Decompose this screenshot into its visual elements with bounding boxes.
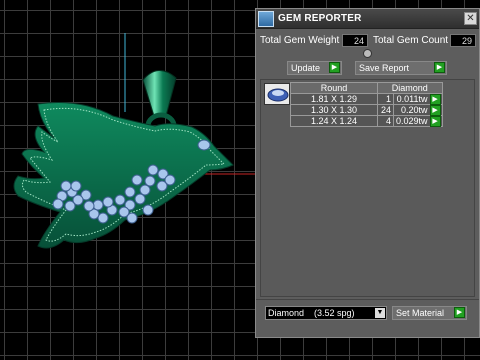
row-weight: 0.20tw ▶ xyxy=(393,104,443,116)
material-dropdown[interactable]: Diamond (3.52 spg) ▼ xyxy=(265,306,387,320)
set-material-button[interactable]: Set Material ▶ xyxy=(392,306,467,320)
round-gem-thumbnail-icon xyxy=(264,83,290,105)
row-size: 1.30 X 1.30 xyxy=(290,104,378,116)
panel-titlebar[interactable]: GEM REPORTER ✕ xyxy=(256,9,479,29)
eye-gem xyxy=(197,139,211,151)
update-button[interactable]: Update ▶ xyxy=(287,61,342,75)
row-weight: 0.029tw ▶ xyxy=(393,115,443,127)
gem-report-table: Round Diamond 1.81 X 1.29 1 0.011tw ▶ 1.… xyxy=(290,82,443,127)
save-report-go-icon: ▶ xyxy=(434,62,445,73)
save-report-button-label: Save Report xyxy=(359,63,410,73)
row-count: 4 xyxy=(377,115,394,127)
update-go-icon: ▶ xyxy=(329,62,340,73)
save-report-button[interactable]: Save Report ▶ xyxy=(355,61,447,75)
row-size: 1.81 X 1.29 xyxy=(290,93,378,105)
table-row[interactable]: 1.24 X 1.24 4 0.029tw ▶ xyxy=(290,115,443,127)
row-weight: 0.011tw ▶ xyxy=(393,93,443,105)
row-select-go-icon[interactable]: ▶ xyxy=(429,94,441,105)
dove-pendant-model xyxy=(13,102,234,249)
header-material: Diamond xyxy=(377,82,443,94)
total-gem-count-value: 29 xyxy=(450,34,476,47)
set-material-go-icon: ▶ xyxy=(454,307,465,318)
panel-divider xyxy=(256,299,479,300)
total-gem-count-label: Total Gem Count xyxy=(373,35,449,46)
row-weight-text: 0.20tw xyxy=(401,105,428,115)
row-weight-text: 0.029tw xyxy=(396,116,428,126)
table-row[interactable]: 1.30 X 1.30 24 0.20tw ▶ xyxy=(290,104,443,116)
row-weight-text: 0.011tw xyxy=(396,94,428,104)
total-gem-weight-label: Total Gem Weight xyxy=(260,35,340,46)
panel-title: GEM REPORTER xyxy=(278,13,362,24)
gem-report-area: Round Diamond 1.81 X 1.29 1 0.011tw ▶ 1.… xyxy=(260,79,475,297)
header-shape: Round xyxy=(290,82,378,94)
table-header-row: Round Diamond xyxy=(290,82,443,94)
row-select-go-icon[interactable]: ▶ xyxy=(429,116,441,127)
row-select-go-icon[interactable]: ▶ xyxy=(429,105,441,116)
row-size: 1.24 X 1.24 xyxy=(290,115,378,127)
panel-resize-handle[interactable] xyxy=(363,49,372,58)
set-material-button-label: Set Material xyxy=(396,308,445,318)
total-gem-weight-value: 24 xyxy=(342,34,368,47)
row-count: 24 xyxy=(377,104,394,116)
gem-reporter-app-icon xyxy=(258,11,274,27)
update-button-label: Update xyxy=(291,63,321,73)
material-selected-value: Diamond (3.52 spg) xyxy=(268,308,355,318)
gem-reporter-panel: GEM REPORTER ✕ Total Gem Weight 24 Total… xyxy=(255,8,480,338)
row-count: 1 xyxy=(377,93,394,105)
chevron-down-icon: ▼ xyxy=(375,308,385,318)
close-button[interactable]: ✕ xyxy=(464,12,477,25)
table-row[interactable]: 1.81 X 1.29 1 0.011tw ▶ xyxy=(290,93,443,105)
